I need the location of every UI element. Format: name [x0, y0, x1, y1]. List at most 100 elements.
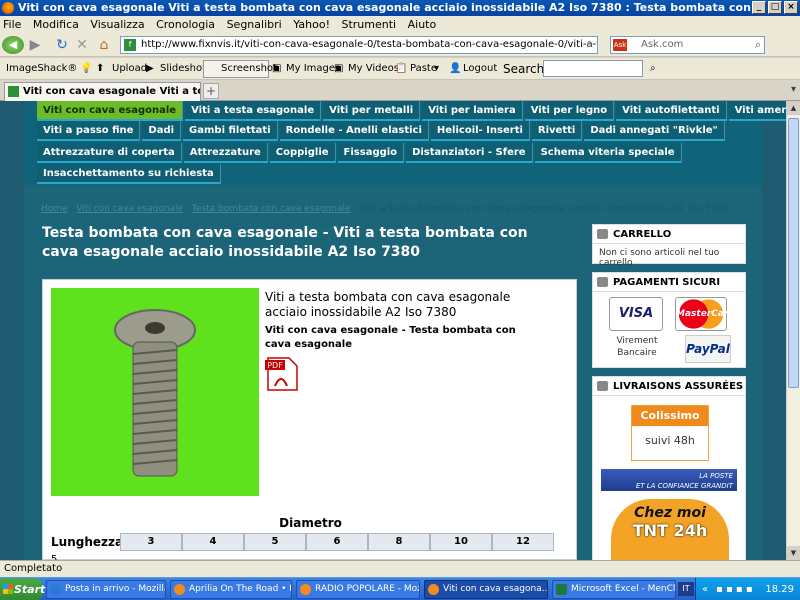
nav-viti-cava-esagonale[interactable]: Viti con cava esagonale: [37, 101, 184, 121]
scroll-up-icon[interactable]: ▲: [787, 101, 800, 115]
menu-segnalibri[interactable]: Segnalibri: [224, 18, 285, 31]
taskbar-item-aprilia[interactable]: Aprilia On The Road • Ri...: [170, 580, 292, 599]
menu-cronologia[interactable]: Cronologia: [153, 18, 218, 31]
scroll-down-icon[interactable]: ▼: [787, 546, 800, 560]
nav-attrezzature[interactable]: Attrezzature: [183, 143, 268, 163]
nav-viti-legno[interactable]: Viti per legno: [524, 101, 615, 121]
paste-button[interactable]: Paste: [410, 58, 437, 80]
home-icon[interactable]: ⌂: [96, 36, 112, 54]
diameter-header-row: 3 4 5 6 8 10 12: [120, 533, 554, 551]
new-tab-button[interactable]: +: [203, 83, 219, 99]
my-videos-button[interactable]: My Videos: [348, 58, 399, 80]
nav-gambi-filettati[interactable]: Gambi filettati: [183, 121, 278, 141]
upload-button[interactable]: Upload: [112, 58, 147, 80]
taskbar-item-radio[interactable]: RADIO POPOLARE - Moz...: [296, 580, 420, 599]
menu-modifica[interactable]: Modifica: [30, 18, 82, 31]
laposte-logo: LA POSTE ET LA CONFIANCE GRANDIT: [601, 469, 737, 491]
lock-icon: [597, 277, 608, 287]
reload-icon[interactable]: ↻: [54, 36, 70, 54]
close-button[interactable]: ×: [784, 1, 798, 14]
taskbar-item-viti[interactable]: Viti con cava esagona...: [424, 580, 548, 599]
diameter-cell: 12: [492, 533, 554, 551]
tray-expand-icon[interactable]: «: [702, 578, 708, 600]
breadcrumb-home-link[interactable]: Home: [41, 204, 68, 214]
nav-attrezzature-coperta[interactable]: Attrezzature di coperta: [37, 143, 182, 163]
logout-button[interactable]: Logout: [463, 58, 497, 80]
taskbar-item-mail[interactable]: Posta in arrivo - Mozilla ...: [46, 580, 166, 599]
nav-viti-passo-fine[interactable]: Viti a passo fine: [37, 121, 141, 141]
tab-list-icon[interactable]: ▾: [791, 84, 796, 95]
nav-helicoil[interactable]: Helicoil- Inserti: [430, 121, 530, 141]
nav-viti-autofilettanti[interactable]: Viti autofilettanti: [616, 101, 727, 121]
nav-rondelle[interactable]: Rondelle - Anelli elastici: [279, 121, 429, 141]
tab-active[interactable]: Viti con cava esagonale Viti a testa b..…: [4, 82, 201, 101]
imageshack-button[interactable]: ImageShack®: [6, 58, 77, 80]
search-input[interactable]: Ask Ask.com ⌕: [610, 36, 765, 54]
ask-engine-icon[interactable]: Ask: [613, 39, 627, 51]
truck-icon: [597, 381, 608, 391]
nav-dadi[interactable]: Dadi: [142, 121, 182, 141]
site-favicon-icon: f: [124, 39, 136, 51]
payment-box: PAGAMENTI SICURI VISA MasterCard Viremen…: [592, 272, 746, 368]
upload-icon: ⬆: [96, 63, 105, 74]
laposte-tagline: ET LA CONFIANCE GRANDIT: [635, 482, 733, 490]
my-images-button[interactable]: My Images: [286, 58, 340, 80]
minimize-button[interactable]: _: [752, 1, 766, 14]
tab-bar: Viti con cava esagonale Viti a testa b..…: [0, 80, 800, 101]
menu-file[interactable]: File: [0, 18, 24, 31]
nav-viti-metalli[interactable]: Viti per metalli: [323, 101, 421, 121]
menu-aiuto[interactable]: Aiuto: [405, 18, 440, 31]
diameter-cell: 10: [430, 533, 492, 551]
nav-viti-americane[interactable]: Viti americane: [728, 101, 786, 121]
diameter-cell: 4: [182, 533, 244, 551]
search-icon[interactable]: ⌕: [755, 37, 761, 53]
forward-button[interactable]: ▶: [25, 36, 45, 54]
firefox-icon: [428, 584, 439, 595]
status-text: Completato: [4, 563, 63, 574]
task-label: Posta in arrivo - Mozilla ...: [65, 584, 165, 594]
bookmark-star-icon[interactable]: ☆: [585, 37, 595, 53]
menu-strumenti[interactable]: Strumenti: [338, 18, 399, 31]
toolbar-search-input[interactable]: [543, 60, 643, 77]
nav-viti-testa-esagonale[interactable]: Viti a testa esagonale: [185, 101, 322, 121]
menu-yahoo[interactable]: Yahoo!: [290, 18, 333, 31]
language-indicator[interactable]: IT: [678, 582, 694, 596]
nav-distanziatori[interactable]: Distanziatori - Sfere: [406, 143, 533, 163]
toolbar-search-icon[interactable]: ⌕: [650, 58, 656, 80]
nav-insacchettamento[interactable]: Insacchettamento su richiesta: [37, 164, 221, 184]
firefox-icon: [174, 584, 185, 595]
start-button[interactable]: Start: [0, 578, 45, 600]
nav-viti-lamiera[interactable]: Viti per lamiera: [422, 101, 523, 121]
stop-icon[interactable]: ✕: [74, 36, 90, 54]
imageshack-toolbar: ImageShack® 💡 ⬆ Upload ▶ Slideshow Scree…: [0, 58, 800, 80]
maximize-button[interactable]: □: [768, 1, 782, 14]
screenshot-label: Screenshot: [221, 63, 277, 74]
nav-fissaggio[interactable]: Fissaggio: [337, 143, 405, 163]
back-button[interactable]: ◀: [2, 36, 24, 54]
scrollbar-thumb[interactable]: [788, 118, 799, 388]
menu-visualizza[interactable]: Visualizza: [87, 18, 147, 31]
address-bar[interactable]: f http://www.fixnvis.it/viti-con-cava-es…: [120, 36, 598, 54]
excel-icon: [556, 584, 567, 595]
tray-app-icons[interactable]: ▪ ▪ ▪ ▪: [716, 578, 753, 600]
nav-dadi-annegati[interactable]: Dadi annegati "Rivkle": [584, 121, 725, 141]
breadcrumb-cat1-link[interactable]: Viti con cava esagonale: [76, 204, 183, 214]
clock: 18.29: [765, 584, 794, 595]
nav-schema-viteria[interactable]: Schema viteria speciale: [534, 143, 682, 163]
cart-box: CARRELLO Non ci sono articoli nel tuo ca…: [592, 224, 746, 268]
diameter-cell: 6: [306, 533, 368, 551]
delivery-header: LIVRAISONS ASSURÉES: [593, 377, 745, 396]
my-videos-icon: ▣: [334, 63, 344, 74]
product-subtitle: Viti con cava esagonale - Testa bombata …: [265, 325, 516, 350]
vertical-scrollbar[interactable]: ▲ ▼: [786, 101, 800, 560]
pdf-icon[interactable]: PDF: [265, 356, 299, 392]
nav-coppiglie[interactable]: Coppiglie: [269, 143, 336, 163]
taskbar-item-excel[interactable]: Microsoft Excel - MenClo...: [552, 580, 676, 599]
nav-rivetti[interactable]: Rivetti: [531, 121, 583, 141]
breadcrumb-cat2-link[interactable]: Testa bombata con cava esagonale: [192, 204, 351, 214]
screenshot-button[interactable]: Screenshot: [203, 60, 277, 78]
table-row-header: Lunghezza: [51, 535, 124, 549]
lightbulb-icon[interactable]: 💡: [80, 58, 92, 80]
dropdown-arrow-icon[interactable]: ▾: [434, 58, 439, 80]
nav-row-3: Attrezzature di coperta Attrezzature Cop…: [37, 143, 682, 163]
